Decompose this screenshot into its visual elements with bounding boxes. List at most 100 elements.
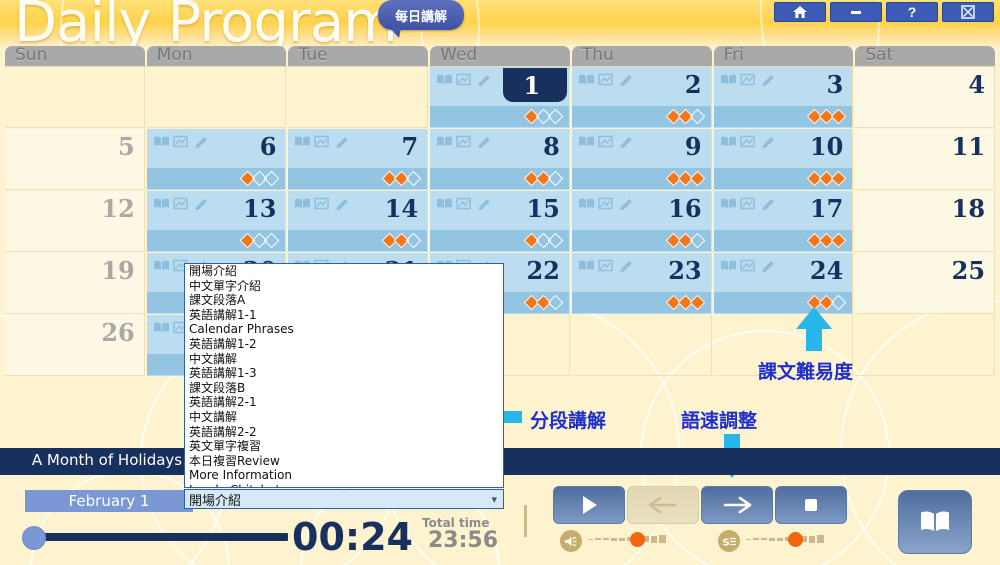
picture-icon <box>456 73 471 86</box>
volume-track[interactable] <box>588 535 666 543</box>
difficulty-diamond <box>547 232 564 249</box>
minimize-button[interactable] <box>830 2 882 22</box>
calendar-day-number: 13 <box>243 194 277 223</box>
calendar-day-lesson[interactable]: 8 <box>430 129 570 190</box>
difficulty-diamond <box>689 170 705 187</box>
segment-dropdown-value: 開場介紹 <box>189 493 242 509</box>
difficulty-diamond <box>547 170 564 187</box>
speed-handle[interactable] <box>788 532 803 547</box>
calendar-day-header: Fri <box>713 46 854 66</box>
difficulty-indicator <box>571 292 711 313</box>
segment-option[interactable]: 英語講解1-2 <box>185 337 503 352</box>
seek-handle[interactable] <box>22 526 46 550</box>
cell-icon-group <box>294 135 350 148</box>
segment-option[interactable]: 英語講解1-3 <box>185 366 503 381</box>
calendar-day-number: 25 <box>951 256 986 285</box>
calendar-day-lesson[interactable]: 7 <box>288 129 429 190</box>
cell-icon-group <box>720 135 776 148</box>
calendar-day-number: 14 <box>384 194 419 223</box>
segment-option[interactable]: 中文講解 <box>185 410 503 425</box>
pencil-icon <box>195 137 207 148</box>
next-button[interactable] <box>701 486 773 524</box>
cell-icon-group <box>153 135 209 148</box>
pencil-icon <box>620 137 632 148</box>
seek-bar[interactable] <box>26 533 288 541</box>
calendar-day-lesson[interactable]: 14 <box>288 191 429 252</box>
help-button[interactable]: ? <box>886 2 938 22</box>
chevron-down-icon: ▾ <box>491 492 497 506</box>
calendar-day-lesson[interactable]: 13 <box>146 191 287 252</box>
cell-icon-group <box>578 73 634 86</box>
difficulty-indicator <box>430 106 569 127</box>
calendar-day-lesson[interactable]: 1 <box>430 67 570 128</box>
speed-track[interactable] <box>746 535 824 543</box>
book-button[interactable] <box>898 490 972 554</box>
play-button[interactable] <box>553 486 625 524</box>
segment-dropdown-select[interactable]: 開場介紹 ▾ <box>184 489 504 509</box>
segment-option[interactable]: 中文單字介紹 <box>185 279 503 294</box>
close-button[interactable] <box>942 2 994 22</box>
calendar-day-lesson[interactable]: 10 <box>713 129 854 190</box>
speed-icon: S <box>718 530 740 552</box>
picture-icon <box>739 135 755 148</box>
calendar-day-lesson[interactable]: 6 <box>146 129 287 190</box>
calendar-day-number: 1 <box>502 68 567 102</box>
pencil-icon <box>478 75 490 86</box>
calendar-header-row: Sun Mon Tue Wed Thu Fri Sat <box>4 46 996 66</box>
difficulty-diamond <box>831 108 847 125</box>
segment-option[interactable]: 課文段落A <box>185 293 503 308</box>
picture-icon <box>739 259 755 272</box>
calendar-day-header: Sat <box>855 46 996 66</box>
cell-icon-group <box>153 197 209 210</box>
calendar-day-number: 26 <box>101 318 135 347</box>
calendar-day-cell: 18 <box>855 191 996 252</box>
calendar-day-number: 9 <box>684 132 702 161</box>
segment-option[interactable]: 英語講解1-1 <box>185 308 503 323</box>
pencil-icon <box>478 137 490 148</box>
page-title: Daily Program <box>14 0 398 48</box>
arrow-right-icon <box>723 496 752 514</box>
book-icon <box>153 260 169 271</box>
home-button[interactable] <box>774 2 826 22</box>
segment-option[interactable]: 開場介紹 <box>185 264 503 279</box>
calendar-day-header: Wed <box>430 46 570 66</box>
segment-option[interactable]: 課文段落B <box>185 381 503 396</box>
book-icon <box>153 136 169 147</box>
calendar-day-lesson[interactable]: 2 <box>571 67 712 128</box>
difficulty-diamond <box>689 294 705 311</box>
speed-slider[interactable]: S <box>718 530 848 552</box>
pencil-icon <box>761 75 774 86</box>
book-icon <box>578 136 594 147</box>
calendar-day-number: 10 <box>809 132 844 161</box>
pencil-icon <box>620 199 632 210</box>
window-controls: ? <box>774 2 994 22</box>
calendar-day-lesson[interactable]: 3 <box>713 67 854 128</box>
svg-text:S: S <box>722 537 729 548</box>
segment-option[interactable]: Jungle Chitchat <box>185 483 503 487</box>
calendar-day-lesson[interactable]: 9 <box>571 129 712 190</box>
calendar-day-number: 5 <box>118 132 135 161</box>
segment-option[interactable]: More Information <box>185 468 503 483</box>
segment-option[interactable]: 英文單字複習 <box>185 439 503 454</box>
calendar-day-lesson[interactable]: 15 <box>430 191 570 252</box>
segment-option[interactable]: 本日複習Review <box>185 454 503 469</box>
calendar-day-number: 4 <box>968 70 986 99</box>
calendar-day-lesson[interactable]: 16 <box>571 191 712 252</box>
segment-option[interactable]: 英語講解2-1 <box>185 395 503 410</box>
calendar-day-cell <box>571 315 712 376</box>
previous-button[interactable] <box>627 486 699 524</box>
picture-icon <box>314 135 330 148</box>
book-icon <box>153 322 169 333</box>
difficulty-indicator <box>571 106 711 127</box>
stop-button[interactable] <box>775 486 847 524</box>
calendar-day-lesson[interactable]: 17 <box>713 191 854 252</box>
volume-slider[interactable] <box>560 530 690 552</box>
cell-icon-group <box>436 197 492 210</box>
segment-option[interactable]: 中文講解 <box>185 352 503 367</box>
calendar-day-number: 24 <box>809 256 844 285</box>
segment-option[interactable]: 英語講解2-2 <box>185 425 503 440</box>
volume-handle[interactable] <box>630 532 645 547</box>
segment-dropdown-list[interactable]: 開場介紹 中文單字介紹 課文段落A 英語講解1-1 Calendar Phrases 英語… <box>184 263 504 488</box>
segment-option[interactable]: Calendar Phrases <box>185 322 503 337</box>
calendar-day-lesson[interactable]: 23 <box>571 253 712 314</box>
